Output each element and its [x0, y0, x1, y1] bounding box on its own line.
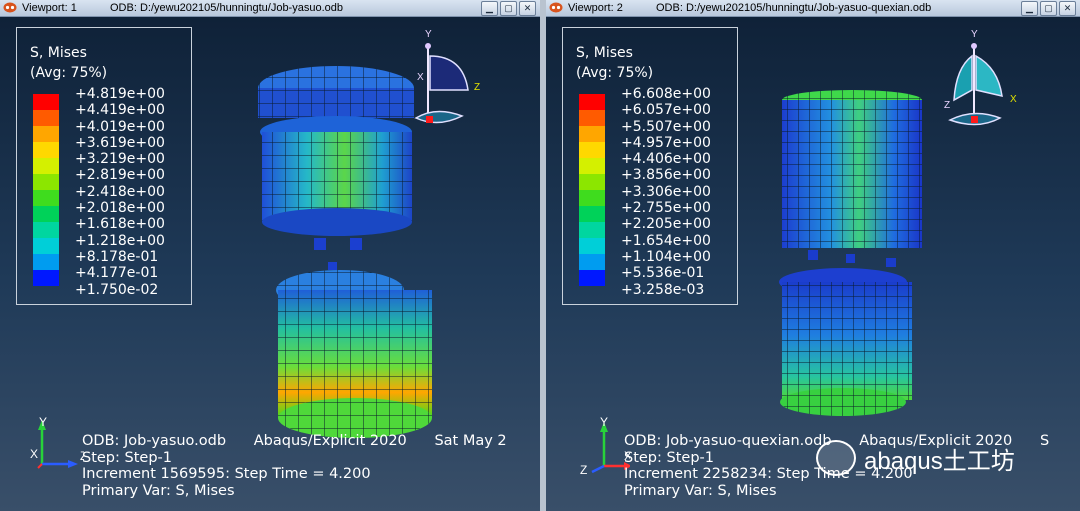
info-odb: ODB: Job-yasuo.odb [82, 433, 227, 449]
wechat-icon [816, 440, 856, 476]
info-date: S [1039, 433, 1050, 449]
orient-x-label: X [1010, 94, 1017, 105]
info-primary-var: Primary Var: S, Mises [624, 482, 777, 499]
orientation-glyph: Y X Z [944, 29, 1017, 126]
triad-y-label: Y [600, 415, 608, 429]
info-date: Sat May 2 [434, 433, 507, 449]
info-increment: Increment 1569595: Step Time = 4.200 [82, 466, 371, 482]
orient-y-label: Y [971, 29, 978, 40]
watermark-text: abaqus土工坊 [864, 447, 1015, 475]
orient-x-label: X [417, 72, 424, 83]
viewport-2[interactable]: Viewport: 2 ODB: D:/yewu202105/hunningtu… [546, 0, 1080, 511]
axes-triad: Y X Z [580, 415, 630, 474]
axes-triad: Y X Z [30, 415, 84, 469]
watermark: abaqus土工坊 [816, 438, 1015, 478]
info-solver: Abaqus/Explicit 2020 [253, 433, 407, 449]
info-block: ODB: Job-yasuo.odb Abaqus/Explicit 2020 … [82, 433, 507, 499]
orient-y-label: Y [425, 29, 432, 40]
info-odb: ODB: Job-yasuo-quexian.odb [624, 433, 832, 449]
triad-z-label: Z [580, 463, 587, 474]
triad-y-label: Y [39, 415, 47, 429]
info-step: Step: Step-1 [82, 449, 172, 466]
orient-z-label: Z [474, 82, 480, 93]
viewport-1[interactable]: Viewport: 1 ODB: D:/yewu202105/hunningtu… [0, 0, 540, 511]
orientation-glyph: Y X Z [414, 29, 480, 124]
triad-x-label: X [30, 447, 38, 461]
orient-z-label: Z [944, 100, 950, 111]
info-primary-var: Primary Var: S, Mises [82, 482, 235, 499]
